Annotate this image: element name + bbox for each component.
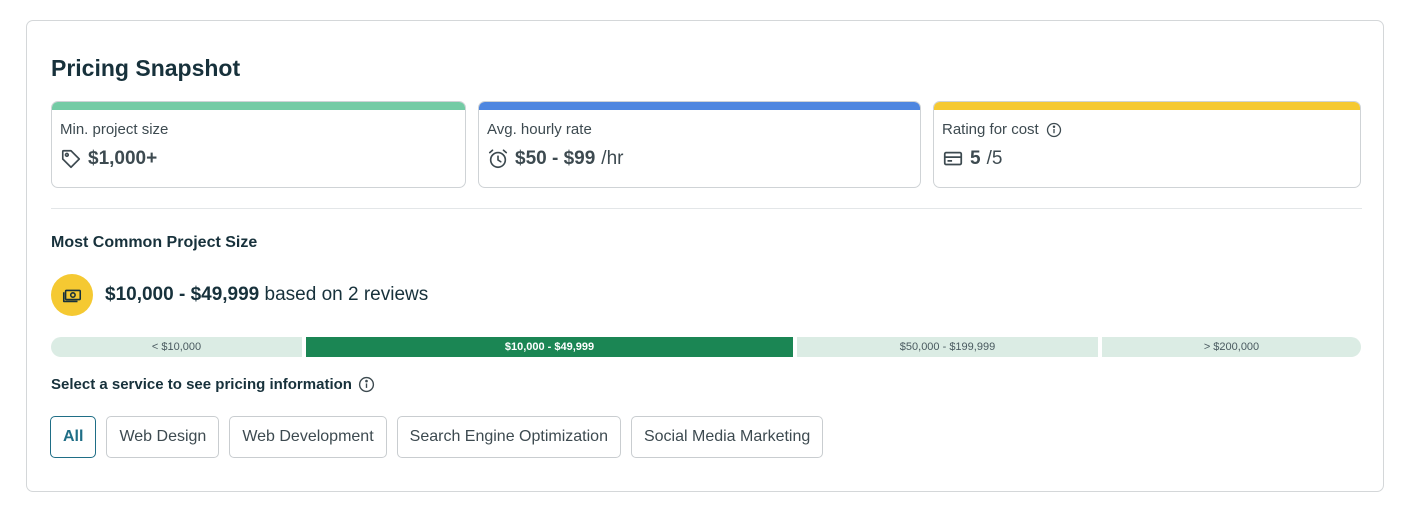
info-icon[interactable] <box>1046 122 1062 138</box>
chip-all[interactable]: All <box>50 416 97 458</box>
stat-value: $50 - $99 <box>515 148 596 169</box>
common-range: $10,000 - $49,999 <box>105 284 260 305</box>
credit-card-icon <box>942 148 964 170</box>
stat-avg-hourly-rate: Avg. hourly rate $50 - $99 /hr <box>478 101 921 188</box>
stat-label: Avg. hourly rate <box>487 121 592 138</box>
section-divider <box>51 208 1362 209</box>
alarm-clock-icon <box>487 148 509 170</box>
project-size-range-bar: < $10,000 $10,000 - $49,999 $50,000 - $1… <box>51 337 1361 357</box>
stat-accent-bar <box>52 102 465 110</box>
chip-web-development[interactable]: Web Development <box>229 416 387 458</box>
stat-suffix: /5 <box>986 148 1003 169</box>
chip-seo[interactable]: Search Engine Optimization <box>396 416 621 458</box>
stat-value-row: 5 /5 <box>942 148 1002 170</box>
service-chips: All Web Design Web Development Search En… <box>50 416 824 458</box>
stat-rating-for-cost: Rating for cost 5 /5 <box>933 101 1361 188</box>
stat-label: Rating for cost <box>942 121 1039 138</box>
stat-accent-bar <box>479 102 920 110</box>
stat-suffix: /hr <box>601 148 624 169</box>
range-segment: $50,000 - $199,999 <box>797 337 1098 357</box>
pricing-snapshot-card: Pricing Snapshot Min. project size $1,00… <box>26 20 1384 492</box>
stat-accent-bar <box>934 102 1360 110</box>
stat-label-row: Rating for cost <box>942 121 1062 138</box>
chip-web-design[interactable]: Web Design <box>106 416 220 458</box>
common-project-size: $10,000 - $49,999 based on 2 reviews <box>105 284 428 306</box>
section-title: Most Common Project Size <box>51 234 258 251</box>
range-segment: > $200,000 <box>1102 337 1361 357</box>
stat-value: $1,000+ <box>88 148 158 169</box>
stat-value: 5 <box>970 148 981 169</box>
tag-icon <box>60 148 82 170</box>
info-icon[interactable] <box>358 376 375 393</box>
chip-social-media-marketing[interactable]: Social Media Marketing <box>630 416 824 458</box>
range-segment: < $10,000 <box>51 337 302 357</box>
stat-value-row: $1,000+ <box>60 148 157 170</box>
money-icon <box>51 274 93 316</box>
stat-value-row: $50 - $99 /hr <box>487 148 623 170</box>
stat-min-project-size: Min. project size $1,000+ <box>51 101 466 188</box>
service-filter-label-row: Select a service to see pricing informat… <box>51 376 375 393</box>
page-title: Pricing Snapshot <box>51 55 241 81</box>
stat-label: Min. project size <box>60 121 169 138</box>
range-segment-active: $10,000 - $49,999 <box>306 337 793 357</box>
common-suffix: based on 2 reviews <box>264 284 429 305</box>
service-filter-label: Select a service to see pricing informat… <box>51 376 352 393</box>
